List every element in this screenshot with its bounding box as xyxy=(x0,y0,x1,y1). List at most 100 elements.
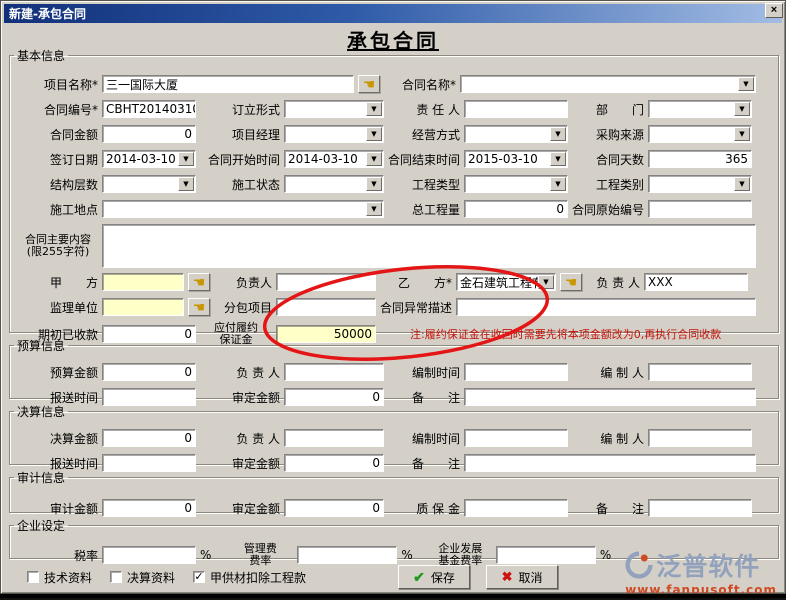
dropdown-arrow-icon[interactable]: ▼ xyxy=(550,127,566,141)
dropdown-arrow-icon[interactable]: ▼ xyxy=(550,177,566,191)
end-date-picker[interactable]: 2015-03-10 ▼ xyxy=(464,150,568,168)
floors-select[interactable]: ▼ xyxy=(102,175,196,193)
budget-compile-time-input[interactable] xyxy=(464,363,568,381)
dropdown-arrow-icon[interactable]: ▼ xyxy=(178,152,194,166)
audit-approved-input[interactable]: 0 xyxy=(284,499,384,517)
start-date-label: 合同开始时间 xyxy=(207,152,280,167)
dropdown-arrow-icon[interactable]: ▼ xyxy=(366,102,382,116)
location-select[interactable]: ▼ xyxy=(102,200,384,218)
duty-person-input[interactable] xyxy=(464,100,568,118)
total-quantity-label: 总工程量 xyxy=(411,202,460,217)
budget-person-input[interactable] xyxy=(284,363,384,381)
cancel-button[interactable]: ✖ 取消 xyxy=(486,565,559,589)
dialog-window: 新建-承包合同 × 承包合同 基本信息 项目名称* 三一国际大厦 ☚ 合同名称*… xyxy=(0,0,786,594)
project-name-input[interactable]: 三一国际大厦 xyxy=(102,75,354,93)
original-no-input[interactable] xyxy=(648,200,752,218)
vendor-logo: 泛普软件 www.fanpusoft.com xyxy=(625,547,777,594)
budget-compile-time-label: 编制时间 xyxy=(411,365,460,380)
audit-warranty-input[interactable] xyxy=(464,499,568,517)
form-row: 决算金额 0 负 责 人 编制时间 编 制 人 xyxy=(18,428,756,448)
budget-compiler-input[interactable] xyxy=(648,363,752,381)
mgmt-fee-input[interactable] xyxy=(297,546,398,564)
dropdown-arrow-icon[interactable]: ▼ xyxy=(366,177,382,191)
vendor-url: www.fanpusoft.com xyxy=(625,583,777,594)
contract-name-select[interactable]: ▼ xyxy=(460,75,756,93)
percent-sign: % xyxy=(599,548,612,562)
dropdown-arrow-icon[interactable]: ▼ xyxy=(366,152,382,166)
supervisor-input[interactable] xyxy=(102,298,184,316)
form-row: 甲 方 ☚ 负责人 乙 方* 金石建筑工程有限公司▼ ☚ 负 责 人 XXX xyxy=(18,272,756,292)
checkbox-material-deduct[interactable]: ✓ 甲供材扣除工程款 xyxy=(193,569,306,586)
window-title: 新建-承包合同 xyxy=(9,7,86,21)
dropdown-arrow-icon[interactable]: ▼ xyxy=(366,202,382,216)
checkbox-tech-data[interactable]: 技术资料 xyxy=(27,569,92,586)
form-row: 合同主要内容 (限255字符) xyxy=(18,222,756,270)
checkbox-box[interactable]: ✓ xyxy=(193,571,206,583)
settlement-amount-input[interactable]: 0 xyxy=(102,429,196,447)
dropdown-arrow-icon[interactable]: ▼ xyxy=(366,127,382,141)
tax-rate-input[interactable] xyxy=(102,546,196,564)
contract-days-input[interactable]: 365 xyxy=(648,150,752,168)
hand-picker-icon: ☚ xyxy=(192,299,206,315)
dropdown-arrow-icon[interactable]: ▼ xyxy=(734,102,750,116)
contract-no-label: 合同编号* xyxy=(43,102,98,117)
dropdown-arrow-icon[interactable]: ▼ xyxy=(550,152,566,166)
party-a-label: 甲 方 xyxy=(49,275,98,290)
contract-no-input[interactable]: CBHT2014031001 xyxy=(102,100,196,118)
party-b-picker-button[interactable]: ☚ xyxy=(560,273,582,291)
supervisor-picker-button[interactable]: ☚ xyxy=(188,298,210,316)
dropdown-arrow-icon[interactable]: ▼ xyxy=(538,275,554,289)
hand-picker-icon: ☚ xyxy=(362,76,376,92)
checkbox-box[interactable] xyxy=(27,571,39,583)
save-button-label: 保存 xyxy=(430,570,455,585)
dropdown-arrow-icon[interactable]: ▼ xyxy=(738,77,754,91)
settlement-compiler-label: 编 制 人 xyxy=(600,431,644,446)
party-b-person-label: 负 责 人 xyxy=(596,275,640,290)
project-picker-button[interactable]: ☚ xyxy=(358,75,380,93)
dropdown-arrow-icon[interactable]: ▼ xyxy=(734,177,750,191)
vendor-name: 泛普软件 xyxy=(656,552,761,581)
supervisor-label: 监理单位 xyxy=(49,300,98,315)
checkbox-settle-data[interactable]: 决算资料 xyxy=(110,569,175,586)
form-type-select[interactable]: ▼ xyxy=(284,100,384,118)
form-row: 签订日期 2014-03-10 ▼ 合同开始时间 2014-03-10 ▼ 合同结束… xyxy=(18,149,756,169)
construct-status-select[interactable]: ▼ xyxy=(284,175,384,193)
settlement-person-input[interactable] xyxy=(284,429,384,447)
party-a-input[interactable] xyxy=(102,273,184,291)
audit-amount-input[interactable]: 0 xyxy=(102,499,196,517)
abnormal-desc-input[interactable] xyxy=(456,298,756,316)
dropdown-arrow-icon[interactable]: ▼ xyxy=(734,127,750,141)
checkbox-box[interactable] xyxy=(110,571,123,583)
biz-mode-select[interactable]: ▼ xyxy=(464,125,568,143)
dev-fund-input[interactable] xyxy=(495,546,596,564)
section-settlement: 决算信息 决算金额 0 负 责 人 编制时间 编 制 人 报送时间 审定金额 0… xyxy=(9,403,779,472)
location-label: 施工地点 xyxy=(49,202,98,217)
sign-date-picker[interactable]: 2014-03-10 ▼ xyxy=(102,150,196,168)
audit-remark-input[interactable] xyxy=(648,499,752,517)
total-quantity-input[interactable]: 0 xyxy=(464,200,568,218)
project-manager-label: 项目经理 xyxy=(231,127,280,142)
contract-amount-input[interactable]: 0 xyxy=(102,125,196,143)
project-manager-select[interactable]: ▼ xyxy=(284,125,384,143)
start-date-picker[interactable]: 2014-03-10 ▼ xyxy=(284,150,384,168)
department-select[interactable]: ▼ xyxy=(648,100,752,118)
project-name-label: 项目名称* xyxy=(43,77,98,92)
audit-amount-label: 审计金额 xyxy=(49,501,98,516)
proj-category-select[interactable]: ▼ xyxy=(648,175,752,193)
budget-amount-input[interactable]: 0 xyxy=(102,363,196,381)
dropdown-arrow-icon[interactable]: ▼ xyxy=(178,177,194,191)
original-no-label: 合同原始编号 xyxy=(572,202,645,217)
party-b-person-input[interactable]: XXX xyxy=(644,273,748,291)
party-b-select[interactable]: 金石建筑工程有限公司▼ xyxy=(456,273,556,291)
party-a-person-input[interactable] xyxy=(276,273,376,291)
purchase-source-select[interactable]: ▼ xyxy=(648,125,752,143)
settlement-compiler-input[interactable] xyxy=(648,429,752,447)
proj-type-select[interactable]: ▼ xyxy=(464,175,568,193)
close-button[interactable]: × xyxy=(765,3,783,18)
party-a-picker-button[interactable]: ☚ xyxy=(188,273,210,291)
settlement-compile-time-input[interactable] xyxy=(464,429,568,447)
subcontract-input[interactable] xyxy=(276,298,376,316)
end-date-label: 合同结束时间 xyxy=(388,152,461,167)
save-button[interactable]: ✔ 保存 xyxy=(398,565,471,589)
main-content-textarea[interactable] xyxy=(102,224,756,268)
